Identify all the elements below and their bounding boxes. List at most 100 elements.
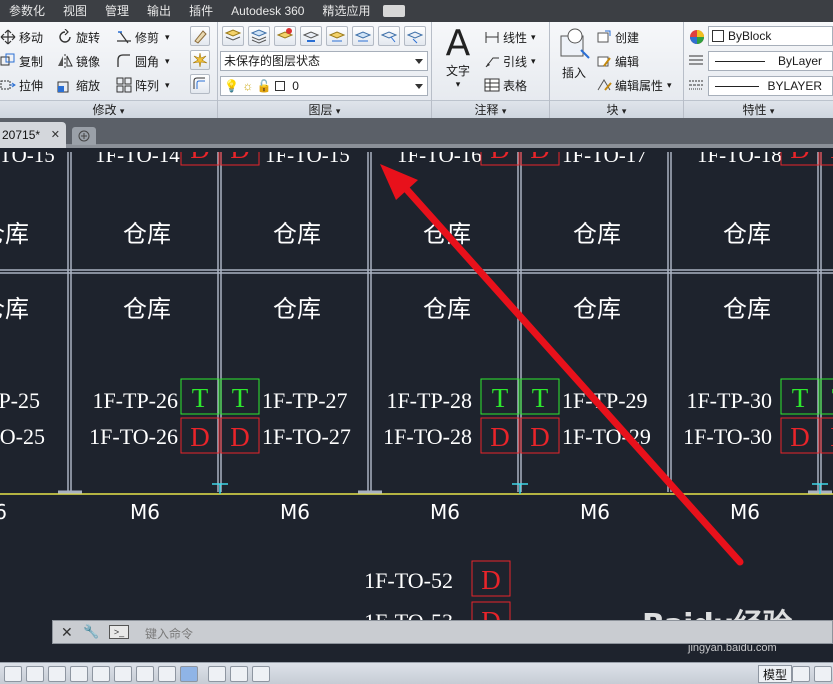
edit-block-button[interactable]: 编辑 [596,50,639,72]
scale-button[interactable]: 缩放 [57,74,100,96]
copy-button[interactable]: 复制 [0,50,43,72]
object-snap-tracking-icon[interactable] [136,666,154,682]
lineweight-dropdown[interactable]: BYLAYER [708,76,833,96]
trim-dropdown-arrow-icon[interactable]: ▾ [165,32,170,43]
table-icon [484,77,500,93]
telephone-outlet-box-letter: T [232,383,249,413]
annotation-panel: A 文字 ▾ 线性 ▾ 引线 ▾ 表格 注释 ▾ [432,22,550,118]
annotation-scale-icon[interactable] [814,666,832,682]
new-tab-button[interactable] [72,127,96,145]
copy-label: 复制 [19,54,44,69]
ortho-mode-icon[interactable] [48,666,66,682]
command-input[interactable]: 键入命令 [145,625,193,642]
linear-dimension-button[interactable]: 线性 ▾ [484,26,536,48]
array-button[interactable]: 阵列 ▾ [116,74,170,96]
offset-icon[interactable] [190,74,210,94]
tab-autodesk-360[interactable]: Autodesk 360 [222,0,313,22]
layer-properties-icon[interactable] [222,26,244,46]
tab-view[interactable]: 视图 [54,0,96,22]
polar-tracking-icon[interactable] [70,666,88,682]
model-space-tab[interactable]: 模型 [758,665,793,683]
room-label: 仓库 [123,220,171,248]
match-properties-icon[interactable] [688,28,706,46]
close-tab-icon[interactable]: ✕ [51,122,60,148]
new-drawing-icon [78,130,90,142]
lineweight-toggle-icon[interactable] [208,666,226,682]
snap-mode-icon[interactable] [4,666,22,682]
array-dropdown-arrow-icon[interactable]: ▾ [165,80,170,91]
command-prompt-icon[interactable]: >_ [109,625,129,639]
annotation-panel-title[interactable]: 注释 ▾ [432,100,549,118]
layer-freeze-icon[interactable] [326,26,348,46]
tab-manage[interactable]: 管理 [96,0,138,22]
insert-button[interactable]: 插入 [554,26,594,96]
edit-attributes-button[interactable]: 编辑属性 ▾ [596,74,672,96]
unlock-icon: 🔓 [256,79,272,93]
video-camera-icon[interactable] [383,5,406,17]
array-icon [116,77,132,93]
3d-object-snap-icon[interactable] [114,666,132,682]
rotate-button[interactable]: 旋转 [57,26,100,48]
command-line[interactable]: ✕ 🔧 >_ 键入命令 [52,620,833,644]
device-label: 1F-TO-17 [562,152,647,167]
leader-dropdown-arrow-icon[interactable]: ▾ [531,56,536,67]
layer-unisolate-icon[interactable] [378,26,400,46]
linear-dropdown-arrow-icon[interactable]: ▾ [531,32,536,43]
fillet-dropdown-arrow-icon[interactable]: ▾ [165,56,170,67]
fillet-label: 圆角 [135,54,160,69]
create-block-button[interactable]: 创建 [596,26,639,48]
device-label: 1F-TO-16 [397,152,482,167]
table-button[interactable]: 表格 [484,74,527,96]
block-panel-title[interactable]: 块 ▾ [550,100,683,118]
mirror-button[interactable]: 镜像 [57,50,100,72]
edit-block-icon [596,53,612,69]
layer-match-icon[interactable] [300,26,322,46]
telephone-outlet-box-letter: T [532,383,549,413]
leader-button[interactable]: 引线 ▾ [484,50,536,72]
layer-state-icon[interactable] [248,26,270,46]
text-button[interactable]: A 文字 ▾ [438,26,478,96]
chevron-down-icon [415,84,423,89]
device-label: 1F-TO-15 [265,152,350,167]
linetype-dropdown[interactable]: ByLayer [708,51,833,71]
edit-attributes-dropdown-arrow-icon[interactable]: ▾ [667,80,672,91]
tab-plugins[interactable]: 插件 [180,0,222,22]
layers-panel-title[interactable]: 图层 ▾ [218,100,431,118]
fillet-button[interactable]: 圆角 ▾ [116,50,170,72]
drawing-canvas[interactable]: 1F-TO-15 1F-TO-14 1F-TO-15 1F-TO-16 1F-TO-17… [0,152,833,662]
dynamic-input-icon[interactable] [180,666,198,682]
room-label: 仓库 [573,220,621,248]
transparency-icon[interactable] [230,666,248,682]
modify-panel-title[interactable]: 修改 ▾ [0,100,217,118]
move-button[interactable]: 移动 [0,26,43,48]
status-bar: 模型 [0,662,833,684]
dynamic-ucs-icon[interactable] [158,666,176,682]
pipe-line [0,483,833,495]
room-label: 仓库 [273,295,321,323]
layer-walk-icon[interactable] [404,26,426,46]
layer-isolate-icon[interactable] [274,26,296,46]
array-label: 阵列 [135,78,160,93]
properties-panel-title[interactable]: 特性 ▾ [684,100,833,118]
tab-parametric[interactable]: 参数化 [0,0,54,22]
tab-output[interactable]: 输出 [138,0,180,22]
layer-state-dropdown[interactable]: 未保存的图层状态 [220,51,428,71]
tab-featured-apps[interactable]: 精选应用 [313,0,379,22]
tp-label: 1F-TP-27 [262,388,348,413]
trim-button[interactable]: 修剪 ▾ [116,26,170,48]
erase-icon[interactable] [190,26,210,46]
object-snap-icon[interactable] [92,666,110,682]
quick-properties-icon[interactable] [252,666,270,682]
explode-icon[interactable] [190,50,210,70]
layer-off-icon[interactable] [352,26,374,46]
stretch-button[interactable]: 拉伸 [0,74,43,96]
lightbulb-icon: 💡 [224,79,239,93]
data-outlet-box-letter: D [190,152,210,164]
layout-icon[interactable] [792,666,810,682]
layer-dropdown[interactable]: 💡 ☼ 🔓 0 [220,76,428,96]
document-tab[interactable]: 20715* ✕ [0,122,66,148]
wrench-icon[interactable]: 🔧 [83,624,99,640]
color-dropdown[interactable]: ByBlock [708,26,833,46]
close-icon[interactable]: ✕ [61,624,73,641]
grid-display-icon[interactable] [26,666,44,682]
